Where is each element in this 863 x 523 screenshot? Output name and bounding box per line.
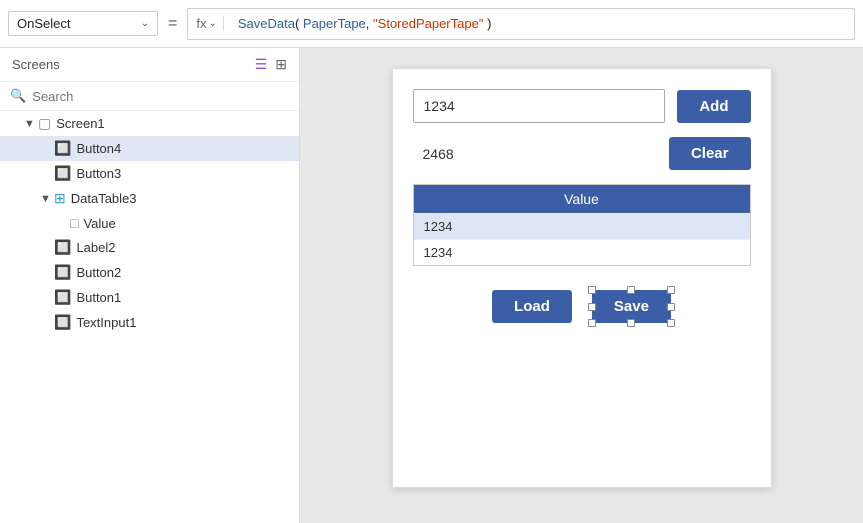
fx-label: fx ⌄ — [196, 16, 224, 31]
search-icon: 🔍 — [10, 88, 26, 104]
add-row: Add — [413, 89, 751, 123]
add-button[interactable]: Add — [677, 90, 750, 123]
sidebar-item-button4[interactable]: 🔲 Button4 — [0, 136, 299, 161]
handle-left-mid — [588, 303, 596, 311]
no-expand — [40, 242, 54, 254]
expand-icon[interactable]: ▼ — [40, 193, 54, 205]
equals-icon: = — [164, 15, 181, 33]
formula-param1: PaperTape — [303, 16, 366, 31]
sidebar-item-button3[interactable]: 🔲 Button3 — [0, 161, 299, 186]
button2-label: Button2 — [76, 265, 121, 280]
button1-label: Button1 — [76, 290, 121, 305]
screen-area: Add 2468 Clear Value 1234 1234 Load Save — [300, 48, 863, 523]
chevron-down-icon: ⌄ — [141, 18, 149, 29]
value-icon: □ — [70, 215, 78, 231]
clear-button[interactable]: Clear — [669, 137, 751, 170]
textinput-icon: 🔲 — [54, 314, 71, 331]
app-canvas: Add 2468 Clear Value 1234 1234 Load Save — [392, 68, 772, 488]
label-icon: 🔲 — [54, 239, 71, 256]
button-icon: 🔲 — [54, 264, 71, 281]
no-expand — [40, 267, 54, 279]
table-row[interactable]: 1234 — [414, 239, 750, 265]
handle-bottom-right — [667, 319, 675, 327]
button-icon: 🔲 — [54, 165, 71, 182]
button-icon: 🔲 — [54, 289, 71, 306]
fx-text: fx — [196, 16, 206, 31]
handle-right-mid — [667, 303, 675, 311]
datatable-icon: ⊞ — [54, 190, 66, 207]
sidebar-icon-group: ☰ ⊞ — [255, 56, 287, 73]
sidebar-header: Screens ☰ ⊞ — [0, 48, 299, 82]
search-input[interactable] — [32, 89, 289, 104]
handle-bottom-mid — [627, 319, 635, 327]
label2-label: Label2 — [76, 240, 115, 255]
formula-comma: , — [366, 16, 373, 31]
bottom-buttons-row: Load Save — [413, 290, 751, 323]
sidebar-item-value[interactable]: □ Value — [0, 211, 299, 235]
sidebar-item-datatable3[interactable]: ▼ ⊞ DataTable3 — [0, 186, 299, 211]
no-expand — [40, 168, 54, 180]
handle-bottom-left — [588, 319, 596, 327]
load-button[interactable]: Load — [492, 290, 572, 323]
sidebar: Screens ☰ ⊞ 🔍 ▼ ▢ Screen1 🔲 — [0, 48, 300, 523]
textinput1-label: TextInput1 — [76, 315, 136, 330]
formula-function: SaveData — [238, 16, 295, 31]
table-row[interactable]: 1234 — [414, 213, 750, 239]
sidebar-item-textinput1[interactable]: 🔲 TextInput1 — [0, 310, 299, 335]
formula-text: SaveData( PaperTape, "StoredPaperTape" ) — [238, 16, 492, 31]
no-expand — [40, 317, 54, 329]
button3-label: Button3 — [76, 166, 121, 181]
sidebar-item-button2[interactable]: 🔲 Button2 — [0, 260, 299, 285]
sidebar-item-label2[interactable]: 🔲 Label2 — [0, 235, 299, 260]
expand-icon[interactable]: ▼ — [24, 118, 38, 130]
data-table: Value 1234 1234 — [413, 184, 751, 266]
handle-top-left — [588, 286, 596, 294]
formula-paren-open: ( — [295, 16, 303, 31]
sidebar-item-button1[interactable]: 🔲 Button1 — [0, 285, 299, 310]
event-selector[interactable]: OnSelect ⌄ — [8, 11, 158, 36]
formula-paren-close: ) — [483, 16, 491, 31]
running-total: 2468 — [413, 138, 657, 170]
fx-chevron-icon: ⌄ — [208, 18, 216, 29]
sidebar-title: Screens — [12, 57, 60, 72]
no-expand — [56, 217, 70, 229]
grid-view-icon[interactable]: ⊞ — [275, 56, 287, 73]
screen1-label: Screen1 — [56, 116, 104, 131]
sidebar-item-screen1[interactable]: ▼ ▢ Screen1 — [0, 111, 299, 136]
datatable3-label: DataTable3 — [71, 191, 137, 206]
main-area: Screens ☰ ⊞ 🔍 ▼ ▢ Screen1 🔲 — [0, 48, 863, 523]
list-view-icon[interactable]: ☰ — [255, 56, 268, 73]
no-expand — [40, 292, 54, 304]
clear-row: 2468 Clear — [413, 137, 751, 170]
formula-param2: "StoredPaperTape" — [373, 16, 483, 31]
event-selector-label: OnSelect — [17, 16, 70, 31]
paper-tape-input[interactable] — [413, 89, 666, 123]
button4-label: Button4 — [76, 141, 121, 156]
table-header: Value — [414, 185, 750, 213]
button-icon: 🔲 — [54, 140, 71, 157]
formula-bar[interactable]: fx ⌄ SaveData( PaperTape, "StoredPaperTa… — [187, 8, 855, 40]
handle-top-right — [667, 286, 675, 294]
save-btn-wrapper: Save — [592, 290, 671, 323]
screen-icon: ▢ — [38, 115, 51, 132]
no-expand — [40, 143, 54, 155]
handle-top-mid — [627, 286, 635, 294]
top-bar: OnSelect ⌄ = fx ⌄ SaveData( PaperTape, "… — [0, 0, 863, 48]
value-label: Value — [83, 216, 115, 231]
component-tree: ▼ ▢ Screen1 🔲 Button4 🔲 Button3 — [0, 111, 299, 523]
search-box: 🔍 — [0, 82, 299, 111]
